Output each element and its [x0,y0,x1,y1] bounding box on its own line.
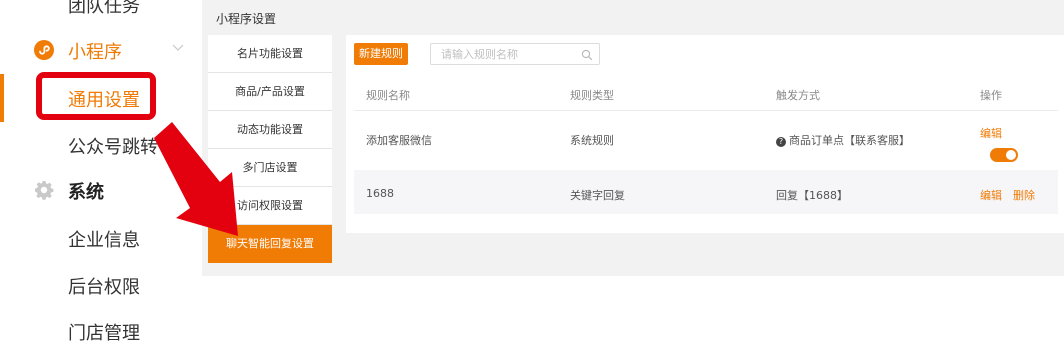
search-input[interactable] [441,47,576,61]
new-rule-button[interactable]: 新建规则 [354,43,408,65]
rules-card: 新建规则 规则名称 规则类型 触发方式 操作 添加客服微信 系统规则 ?商品订单… [346,35,1064,233]
edit-link[interactable]: 编辑 [980,187,1002,203]
cell-rule-type: 系统规则 [570,134,614,147]
miniprogram-icon [34,40,54,60]
search-box[interactable] [430,43,600,65]
divider [354,110,1058,111]
arrow-annotation [154,122,238,236]
gear-icon [35,181,54,200]
delete-link[interactable]: 删除 [1013,187,1035,203]
header-actions: 操作 [980,89,1002,102]
cell-rule-type: 关键字回复 [570,189,625,202]
chevron-down-icon[interactable] [172,42,184,52]
sidebar-item-team-tasks[interactable]: 团队任务 [68,0,140,18]
table-row [354,170,1058,214]
menu-item-card-settings[interactable]: 名片功能设置 [208,35,332,73]
sidebar-item-official-account-jump[interactable]: 公众号跳转 [68,133,158,159]
edit-link[interactable]: 编辑 [980,125,1002,141]
help-icon: ? [776,137,786,147]
highlight-annotation [36,72,156,120]
menu-item-product-settings[interactable]: 商品/产品设置 [208,73,332,111]
active-indicator [0,74,4,122]
header-rule-name: 规则名称 [366,89,410,102]
content-panel: 小程序设置 名片功能设置 商品/产品设置 动态功能设置 多门店设置 访问权限设置… [202,0,1064,276]
trigger-text: 商品订单点【联系客服】 [789,134,910,147]
sidebar-item-store-management[interactable]: 门店管理 [68,319,140,345]
header-trigger: 触发方式 [776,89,820,102]
sidebar-item-company-info[interactable]: 企业信息 [68,226,140,252]
breadcrumb: 小程序设置 [216,12,277,26]
sidebar-item-backend-permissions[interactable]: 后台权限 [68,273,140,299]
cell-trigger: 回复【1688】 [776,189,848,202]
cell-trigger: ? 商品订单点【联系客服】 [776,132,910,148]
sidebar-item-system[interactable]: 系统 [68,178,104,204]
toggle-knob [1006,150,1016,160]
cell-rule-name: 1688 [366,187,394,200]
enable-toggle[interactable] [990,148,1018,162]
header-rule-type: 规则类型 [570,89,614,102]
cell-rule-name: 添加客服微信 [366,134,432,147]
search-icon[interactable] [581,49,593,61]
main-area: 小程序设置 名片功能设置 商品/产品设置 动态功能设置 多门店设置 访问权限设置… [200,0,1064,356]
sidebar-item-miniprogram[interactable]: 小程序 [68,38,122,64]
